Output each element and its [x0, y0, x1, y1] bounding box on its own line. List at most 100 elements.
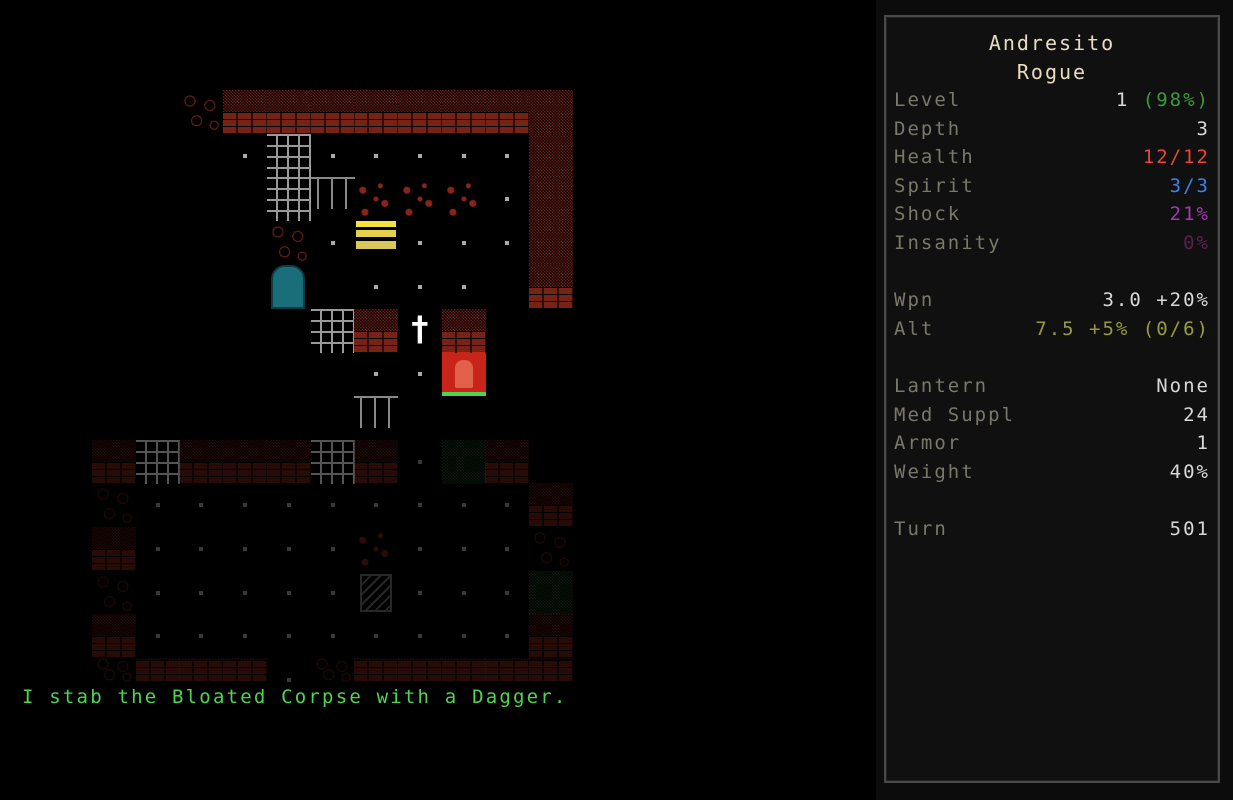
stat-value: 0%	[1183, 232, 1210, 254]
floor-tile	[398, 614, 442, 658]
stat-value: 40%	[1169, 460, 1210, 483]
stat-row-shock: Shock 21%	[894, 203, 1210, 229]
wall-tile	[529, 133, 573, 178]
rubble-tile	[310, 658, 355, 683]
floor-tile	[223, 483, 267, 527]
wall-tile	[354, 439, 399, 484]
stat-label: Med Suppl	[894, 403, 1015, 426]
stat-row-health: Health 12/12	[894, 146, 1210, 172]
wall-tile	[397, 658, 442, 683]
floor-tile	[398, 265, 442, 309]
floor-tile	[311, 221, 355, 265]
stat-row-med-suppl: Med Suppl 24	[894, 404, 1210, 430]
game-map[interactable]: †	[0, 0, 870, 800]
stat-label: Lantern	[894, 375, 989, 397]
floor-tile	[311, 614, 355, 658]
wall-tile	[354, 308, 399, 353]
stat-label: Depth	[894, 117, 962, 140]
wall-tile	[92, 527, 136, 571]
stat-label: Spirit	[894, 174, 975, 197]
floor-tile	[223, 134, 267, 178]
stat-value: 24	[1183, 403, 1210, 426]
stat-row-depth: Depth 3	[894, 118, 1210, 144]
stat-row-alt: Alt 7.5 +5% (0/6)	[894, 318, 1210, 344]
floor-tile	[442, 571, 486, 615]
wall-tile	[529, 90, 573, 134]
player-character[interactable]: †	[398, 309, 442, 353]
floor-tile	[354, 134, 398, 178]
chains-icon	[310, 177, 355, 210]
wall-tile	[441, 658, 486, 683]
wall-tile	[529, 264, 573, 309]
wall-tile	[529, 221, 573, 266]
stat-row-level: Level 1 (98%)	[894, 89, 1210, 115]
floor-tile	[311, 571, 355, 615]
stat-row-insanity: Insanity 0%	[894, 232, 1210, 258]
stat-value: 3/3	[1169, 174, 1210, 197]
mirror-icon	[360, 573, 393, 612]
stat-row-weight: Weight 40%	[894, 461, 1210, 487]
stat-value: 1	[1196, 432, 1210, 455]
floor-tile	[311, 134, 355, 178]
chains-icon	[354, 395, 399, 428]
floor-tile	[398, 527, 442, 571]
rubble-tile	[266, 221, 311, 266]
rubble-tile	[179, 90, 224, 134]
moss-wall-tile	[441, 439, 486, 484]
grate-tile	[266, 177, 311, 222]
floor-tile	[354, 352, 398, 396]
floor-tile	[485, 614, 529, 658]
character-panel: Andresito Rogue Level 1 (98%) Depth 3 Health…	[884, 15, 1220, 783]
wall-tile	[397, 90, 442, 134]
door-icon[interactable]	[270, 264, 305, 309]
floor-tile	[267, 571, 311, 615]
wall-tile	[310, 90, 355, 134]
wall-tile	[529, 483, 573, 528]
enemy-bloated-corpse[interactable]	[441, 352, 486, 397]
wall-tile	[92, 439, 136, 484]
wall-tile	[529, 177, 573, 222]
stat-label: Weight	[894, 460, 975, 483]
wall-tile	[354, 658, 399, 683]
floor-tile	[442, 527, 486, 571]
wall-tile	[529, 614, 573, 659]
blood-splatter-tile	[441, 177, 486, 222]
rubble-tile	[529, 527, 573, 571]
floor-tile	[398, 483, 442, 527]
stat-label: Wpn	[894, 289, 935, 312]
floor-tile	[485, 221, 529, 265]
wall-tile	[441, 308, 486, 353]
floor-tile	[223, 614, 267, 658]
stat-extra: (98%)	[1129, 89, 1210, 111]
blood-splatter-tile	[397, 177, 442, 222]
rogue-icon: †	[409, 308, 431, 349]
floor-tile	[485, 571, 529, 615]
blood-splatter-tile	[354, 527, 399, 571]
message-log: I stab the Bloated Corpse with a Dagger.	[22, 686, 568, 708]
wall-tile	[223, 658, 268, 683]
floor-tile	[267, 658, 311, 683]
stat-label: Shock	[894, 203, 962, 226]
rubble-tile	[92, 658, 136, 683]
floor-tile	[354, 265, 398, 309]
floor-tile	[311, 527, 355, 571]
floor-tile	[442, 483, 486, 527]
wall-tile	[223, 90, 268, 134]
floor-tile	[354, 614, 398, 658]
wall-tile	[485, 439, 530, 484]
floor-tile	[398, 440, 442, 484]
stat-row-armor: Armor 1	[894, 432, 1210, 458]
moss-wall-tile	[529, 570, 573, 615]
wall-tile	[529, 658, 573, 683]
floor-tile	[442, 134, 486, 178]
floor-tile	[179, 483, 223, 527]
wall-tile	[179, 658, 224, 683]
stat-label: Level	[894, 89, 962, 111]
floor-tile	[311, 483, 355, 527]
floor-tile	[398, 352, 442, 396]
wall-tile	[266, 439, 311, 484]
floor-tile	[485, 177, 529, 221]
stat-label: Health	[894, 146, 975, 169]
floor-tile	[485, 483, 529, 527]
floor-tile	[136, 527, 180, 571]
